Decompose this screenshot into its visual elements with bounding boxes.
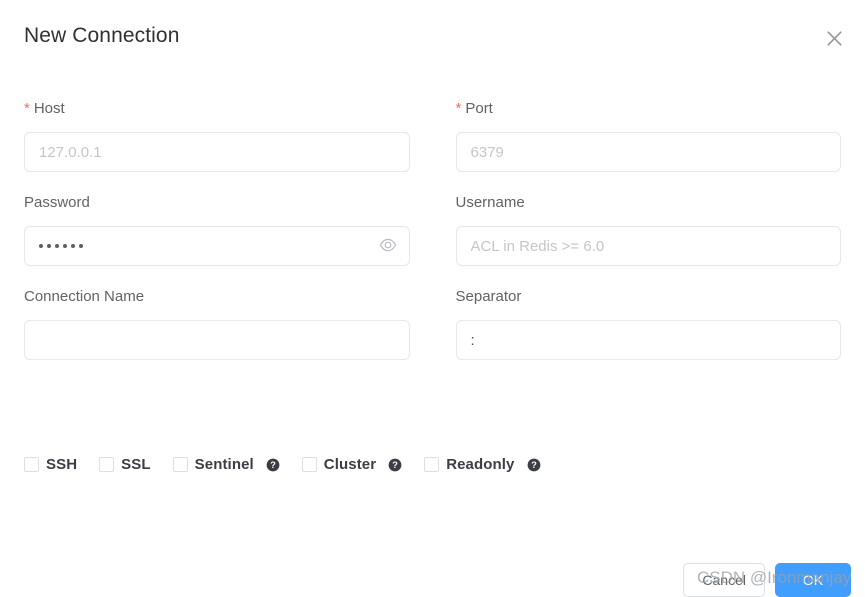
help-circle-icon[interactable]: ? (527, 458, 541, 472)
help-circle-icon[interactable]: ? (266, 458, 280, 472)
checkbox-sentinel-label: Sentinel (194, 456, 254, 473)
port-label: * Port (456, 98, 842, 120)
cancel-button[interactable]: Cancel (683, 563, 765, 597)
port-input-wrap (455, 132, 841, 172)
svg-text:?: ? (392, 460, 398, 470)
help-circle-icon[interactable]: ? (388, 458, 402, 472)
separator-input-wrap (455, 320, 841, 360)
checkbox-ssh-label: SSH (46, 456, 78, 473)
form-row-name-separator: Connection Name Separator (14, 286, 851, 360)
password-input[interactable] (24, 226, 410, 266)
host-label: * Host (24, 98, 410, 120)
connection-name-input-wrap (24, 320, 410, 360)
checkbox-cluster-box[interactable] (301, 457, 317, 472)
password-input-wrap (24, 226, 410, 266)
field-separator: Separator (446, 286, 852, 360)
username-label: Username (455, 194, 525, 211)
required-asterisk: * (455, 100, 462, 117)
field-username: Username (446, 192, 852, 266)
checkbox-sentinel-box[interactable] (172, 457, 188, 472)
checkbox-cluster[interactable]: Cluster ? (301, 456, 402, 473)
new-connection-dialog: New Connection *Host *Port (0, 0, 865, 597)
connection-options: SSH SSL Sentinel ? Cluster ? Readonly ? (24, 456, 541, 473)
username-input-wrap (455, 226, 841, 266)
form-row-host-port: *Host *Port (14, 98, 851, 172)
checkbox-readonly-label: Readonly (446, 456, 515, 473)
field-host: * Host (14, 98, 420, 172)
checkbox-sentinel[interactable]: Sentinel ? (172, 456, 280, 473)
close-icon (826, 30, 843, 47)
connection-name-label: Connection Name (24, 288, 145, 305)
form-row-password-username: Password Username ACL in Redis >= 6.0 (14, 192, 851, 266)
dialog-header: New Connection (0, 0, 865, 72)
port-input[interactable] (455, 132, 841, 172)
field-connection-name: Connection Name (14, 286, 420, 360)
checkbox-ssl-box[interactable] (99, 457, 115, 472)
username-input[interactable] (455, 226, 841, 266)
checkbox-readonly[interactable]: Readonly ? (424, 456, 540, 473)
host-input-wrap (24, 132, 410, 172)
svg-text:?: ? (270, 460, 276, 470)
password-label: Password (24, 194, 90, 211)
connection-form: *Host *Port Password (0, 98, 865, 380)
field-port: * Port (446, 98, 852, 172)
dialog-footer: Cancel OK (683, 563, 851, 597)
page-title: New Connection (24, 24, 180, 47)
checkbox-ssh-box[interactable] (24, 457, 39, 472)
toggle-password-visibility-button[interactable] (377, 226, 399, 266)
ok-button[interactable]: OK (775, 563, 851, 597)
separator-input[interactable] (455, 320, 841, 360)
separator-label: Separator (455, 288, 522, 305)
checkbox-ssl[interactable]: SSL (99, 456, 151, 473)
required-asterisk: * (24, 100, 30, 117)
checkbox-ssl-label: SSL (121, 456, 151, 473)
close-button[interactable] (819, 23, 849, 53)
checkbox-cluster-label: Cluster (323, 456, 377, 473)
host-input[interactable] (24, 132, 410, 172)
checkbox-ssh[interactable]: SSH (24, 456, 77, 473)
connection-name-input[interactable] (24, 320, 410, 360)
port-label-text: Port (465, 100, 493, 117)
svg-text:?: ? (531, 460, 537, 470)
eye-icon (379, 236, 397, 257)
checkbox-readonly-box[interactable] (424, 457, 440, 472)
field-password: Password (14, 192, 420, 266)
host-label-text: Host (33, 100, 65, 117)
